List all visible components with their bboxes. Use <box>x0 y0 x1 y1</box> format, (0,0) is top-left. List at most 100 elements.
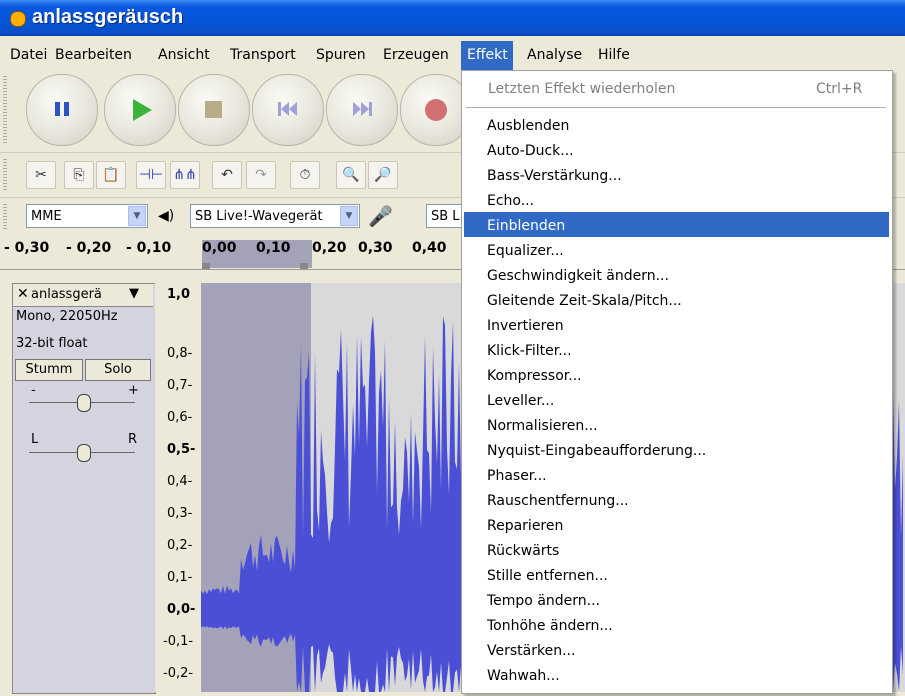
mute-button[interactable]: Stumm <box>15 359 83 381</box>
output-device-select[interactable]: SB Live!-Wavegerät ▼ <box>190 204 360 228</box>
skip-end-button[interactable] <box>326 74 398 146</box>
amp-label: 0,2- <box>167 538 193 553</box>
title-bar[interactable]: anlassgeräusch <box>0 0 905 36</box>
menu-item-reparieren[interactable]: Reparieren <box>487 518 563 534</box>
output-device-value: SB Live!-Wavegerät <box>195 209 323 224</box>
solo-label: Solo <box>104 362 132 377</box>
menu-item-ausblenden[interactable]: Ausblenden <box>487 118 569 134</box>
zoom-out-button[interactable]: 🔎 <box>368 161 398 189</box>
menu-separator <box>466 107 886 108</box>
ruler-tick: - 0,10 <box>126 240 172 256</box>
menu-item-tempo-ändern[interactable]: Tempo ändern... <box>487 593 600 609</box>
window-title: anlassgeräusch <box>32 6 184 28</box>
cut-button[interactable]: ✂ <box>26 161 56 189</box>
amp-label: 0,1- <box>167 570 193 585</box>
ruler-tick: 0,20 <box>312 240 347 256</box>
zoom-in-button[interactable]: 🔍 <box>336 161 366 189</box>
amp-label: 0,0- <box>167 602 196 617</box>
selection-end-marker[interactable] <box>300 263 308 269</box>
menu-datei[interactable]: Datei <box>10 47 47 63</box>
menu-hilfe[interactable]: Hilfe <box>598 47 630 63</box>
host-value: MME <box>31 209 62 224</box>
zoom-out-icon: 🔎 <box>374 167 392 183</box>
menu-item-leveller[interactable]: Leveller... <box>487 393 554 409</box>
input-device-select[interactable]: SB L <box>426 204 466 228</box>
shortcut-label: Ctrl+R <box>816 81 863 97</box>
gain-plus-label: + <box>128 383 139 398</box>
menu-item-stille-entfernen[interactable]: Stille entfernen... <box>487 568 608 584</box>
timer-icon: ⏱ <box>299 167 311 183</box>
zoom-in-icon: 🔍 <box>342 167 360 183</box>
stop-icon <box>205 101 222 118</box>
menu-spuren[interactable]: Spuren <box>316 47 366 63</box>
gain-slider-thumb[interactable] <box>77 394 91 412</box>
menu-bar <box>0 41 905 69</box>
menu-item-klick-filter[interactable]: Klick-Filter... <box>487 343 572 359</box>
menu-ansicht[interactable]: Ansicht <box>158 47 210 63</box>
amp-label: 1,0 <box>167 287 191 302</box>
menu-item-kompressor[interactable]: Kompressor... <box>487 368 582 384</box>
stop-button[interactable] <box>178 74 250 146</box>
trim-button[interactable]: ⊣⊢ <box>136 161 166 189</box>
toolbar-grip[interactable] <box>3 76 7 144</box>
solo-button[interactable]: Solo <box>85 359 151 381</box>
pan-right-label: R <box>128 432 138 447</box>
menu-item-rückwärts[interactable]: Rückwärts <box>487 543 559 559</box>
menu-item-invertieren[interactable]: Invertieren <box>487 318 564 334</box>
skip-start-icon <box>278 102 297 116</box>
toolbar-grip[interactable] <box>3 204 7 230</box>
sync-lock-button[interactable]: ⏱ <box>290 161 320 189</box>
menu-item-rauschentfernung[interactable]: Rauschentfernung... <box>487 493 629 509</box>
menu-item-geschwindigkeit-ändern[interactable]: Geschwindigkeit ändern... <box>487 268 669 284</box>
speaker-icon: ◀) <box>158 208 175 224</box>
skip-start-button[interactable] <box>252 74 324 146</box>
menu-item-verstärken[interactable]: Verstärken... <box>487 643 575 659</box>
selection-start-marker[interactable] <box>202 263 210 269</box>
copy-button[interactable]: ⎘ <box>64 161 94 189</box>
menu-item-nyquist-eingabeaufforderung[interactable]: Nyquist-Eingabeaufforderung... <box>487 443 706 459</box>
menu-item-gleitende-zeit-skala-pitch[interactable]: Gleitende Zeit-Skala/Pitch... <box>487 293 682 309</box>
menu-transport[interactable]: Transport <box>230 47 296 63</box>
gain-minus-label: - <box>31 383 36 398</box>
menu-bearbeiten[interactable]: Bearbeiten <box>55 47 132 63</box>
menu-item-auto-duck[interactable]: Auto-Duck... <box>487 143 574 159</box>
menu-item-repeat-effect[interactable]: Letzten Effekt wiederholen <box>488 81 675 97</box>
pause-button[interactable] <box>26 74 98 146</box>
paste-button[interactable]: 📋 <box>96 161 126 189</box>
track-bitdepth: 32-bit float <box>16 336 88 351</box>
silence-button[interactable]: ⋔⋔ <box>170 161 200 189</box>
menu-analyse[interactable]: Analyse <box>527 47 582 63</box>
play-icon <box>133 99 152 121</box>
menu-item-normalisieren[interactable]: Normalisieren... <box>487 418 598 434</box>
undo-button[interactable]: ↶ <box>212 161 242 189</box>
play-button[interactable] <box>104 74 176 146</box>
track-control-panel: ✕ anlassgerä ▼ Mono, 22050Hz 32-bit floa… <box>12 283 156 694</box>
menu-item-phaser[interactable]: Phaser... <box>487 468 547 484</box>
amp-label: 0,3- <box>167 506 193 521</box>
menu-item-bass-verstärkung[interactable]: Bass-Verstärkung... <box>487 168 622 184</box>
input-device-value: SB L <box>431 209 460 224</box>
audacity-app-icon[interactable] <box>10 11 26 27</box>
amp-label: 0,4- <box>167 474 193 489</box>
chevron-down-icon[interactable]: ▼ <box>340 206 358 226</box>
menu-item-tonhöhe-ändern[interactable]: Tonhöhe ändern... <box>487 618 613 634</box>
menu-item-wahwah[interactable]: Wahwah... <box>487 668 560 684</box>
trim-icon: ⊣⊢ <box>138 167 164 183</box>
menu-item-equalizer[interactable]: Equalizer... <box>487 243 564 259</box>
amplitude-ruler: 1,0 0,8- 0,7- 0,6- 0,5- 0,4- 0,3- 0,2- 0… <box>155 283 202 692</box>
menu-erzeugen[interactable]: Erzeugen <box>383 47 449 63</box>
track-name-menu[interactable]: anlassgerä <box>31 287 102 302</box>
chevron-down-icon[interactable]: ▼ <box>129 286 139 301</box>
menu-item-einblenden[interactable]: Einblenden <box>487 218 565 234</box>
track-format: Mono, 22050Hz <box>16 309 118 324</box>
toolbar-grip[interactable] <box>3 159 7 191</box>
redo-icon: ↷ <box>255 167 267 183</box>
pan-slider-thumb[interactable] <box>77 444 91 462</box>
host-select[interactable]: MME ▼ <box>26 204 148 228</box>
menu-effekt[interactable]: Effekt <box>467 47 508 63</box>
undo-icon: ↶ <box>221 167 233 183</box>
redo-button[interactable]: ↷ <box>246 161 276 189</box>
menu-item-echo[interactable]: Echo... <box>487 193 534 209</box>
chevron-down-icon[interactable]: ▼ <box>128 206 146 226</box>
close-track-icon[interactable]: ✕ <box>17 286 29 302</box>
